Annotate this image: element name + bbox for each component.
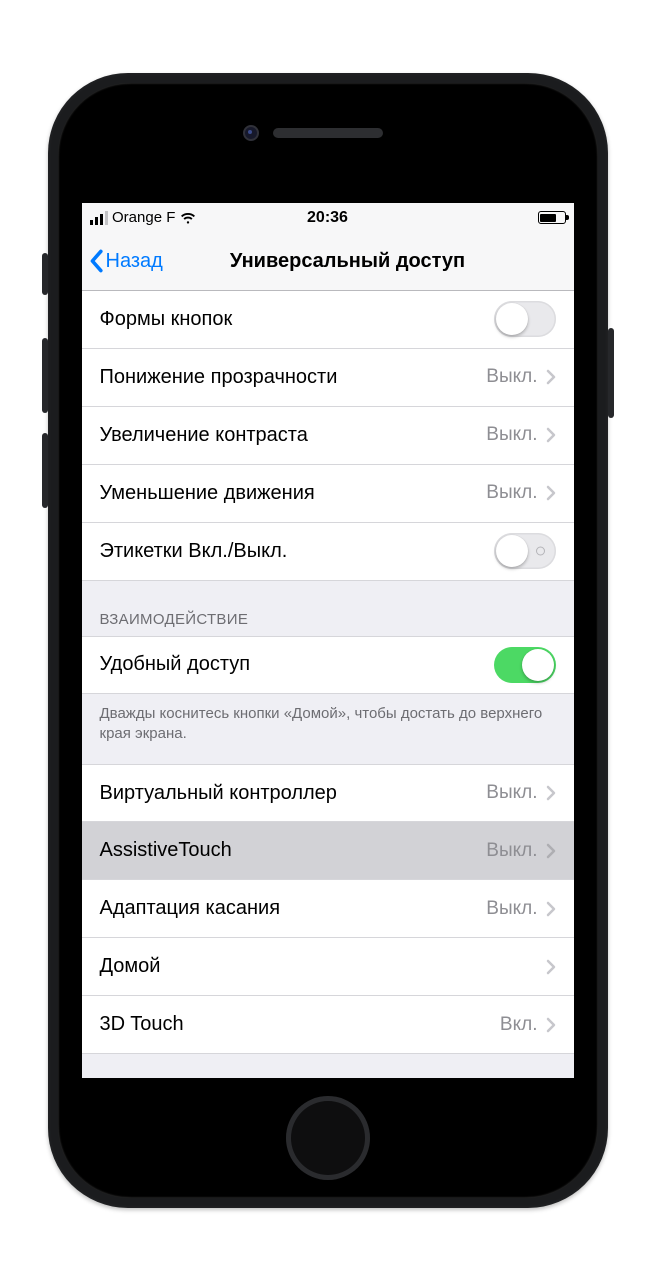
row-label: AssistiveTouch: [100, 839, 487, 862]
row-value: Вкл.: [500, 1014, 538, 1036]
row-reduce-transparency[interactable]: Понижение прозрачности Выкл.: [82, 349, 574, 407]
row-value: Выкл.: [486, 366, 537, 388]
status-bar: Orange F 20:36: [82, 203, 574, 233]
chevron-right-icon: [546, 901, 556, 917]
row-label: Виртуальный контроллер: [100, 782, 487, 805]
vision-group: Формы кнопок Понижение прозрачности Выкл…: [82, 291, 574, 581]
row-label: Понижение прозрачности: [100, 366, 487, 389]
wifi-icon: [179, 209, 197, 227]
row-label: 3D Touch: [100, 1013, 500, 1036]
row-value: Выкл.: [486, 782, 537, 804]
volume-up-button: [42, 338, 48, 413]
section-footer-reachability: Дважды коснитесь кнопки «Домой», чтобы д…: [82, 694, 574, 765]
row-label: Формы кнопок: [100, 308, 494, 331]
chevron-right-icon: [546, 427, 556, 443]
settings-list[interactable]: Формы кнопок Понижение прозрачности Выкл…: [82, 291, 574, 1067]
row-label: Удобный доступ: [100, 653, 494, 676]
section-header-interaction: ВЗАИМОДЕЙСТВИЕ: [82, 581, 574, 636]
front-camera: [243, 125, 259, 141]
interaction-group: Виртуальный контроллер Выкл. AssistiveTo…: [82, 764, 574, 1054]
row-value: Выкл.: [486, 840, 537, 862]
power-button: [608, 328, 614, 418]
row-label: Уменьшение движения: [100, 482, 487, 505]
row-3d-touch[interactable]: 3D Touch Вкл.: [82, 996, 574, 1054]
row-switch-control[interactable]: Виртуальный контроллер Выкл.: [82, 764, 574, 822]
chevron-right-icon: [546, 785, 556, 801]
navigation-bar: Назад Универсальный доступ: [82, 233, 574, 291]
row-label: Домой: [100, 955, 538, 978]
toggle-reachability[interactable]: [494, 647, 556, 683]
row-assistivetouch[interactable]: AssistiveTouch Выкл.: [82, 822, 574, 880]
row-label: Увеличение контраста: [100, 424, 487, 447]
back-label: Назад: [106, 250, 163, 273]
reachability-group: Удобный доступ: [82, 636, 574, 694]
toggle-button-shapes[interactable]: [494, 301, 556, 337]
signal-icon: [90, 211, 109, 225]
chevron-left-icon: [88, 249, 104, 273]
battery-icon: [538, 211, 566, 224]
toggle-onoff-labels[interactable]: [494, 533, 556, 569]
row-label: Адаптация касания: [100, 897, 487, 920]
chevron-right-icon: [546, 1017, 556, 1033]
row-home[interactable]: Домой: [82, 938, 574, 996]
row-value: Выкл.: [486, 898, 537, 920]
chevron-right-icon: [546, 959, 556, 975]
carrier-label: Orange F: [112, 209, 175, 226]
row-value: Выкл.: [486, 482, 537, 504]
home-button[interactable]: [286, 1096, 370, 1180]
row-reduce-motion[interactable]: Уменьшение движения Выкл.: [82, 465, 574, 523]
row-reachability[interactable]: Удобный доступ: [82, 636, 574, 694]
row-button-shapes[interactable]: Формы кнопок: [82, 291, 574, 349]
back-button[interactable]: Назад: [88, 249, 163, 273]
chevron-right-icon: [546, 843, 556, 859]
row-label: Этикетки Вкл./Выкл.: [100, 540, 494, 563]
phone-frame: Orange F 20:36 Назад Универсальный досту…: [48, 73, 608, 1208]
row-onoff-labels[interactable]: Этикетки Вкл./Выкл.: [82, 523, 574, 581]
row-touch-accommodations[interactable]: Адаптация касания Выкл.: [82, 880, 574, 938]
page-title: Универсальный доступ: [230, 250, 465, 272]
chevron-right-icon: [546, 369, 556, 385]
screen: Orange F 20:36 Назад Универсальный досту…: [82, 203, 574, 1078]
volume-down-button: [42, 433, 48, 508]
earpiece-speaker: [273, 128, 383, 138]
chevron-right-icon: [546, 485, 556, 501]
mute-switch: [42, 253, 48, 295]
row-increase-contrast[interactable]: Увеличение контраста Выкл.: [82, 407, 574, 465]
row-value: Выкл.: [486, 424, 537, 446]
